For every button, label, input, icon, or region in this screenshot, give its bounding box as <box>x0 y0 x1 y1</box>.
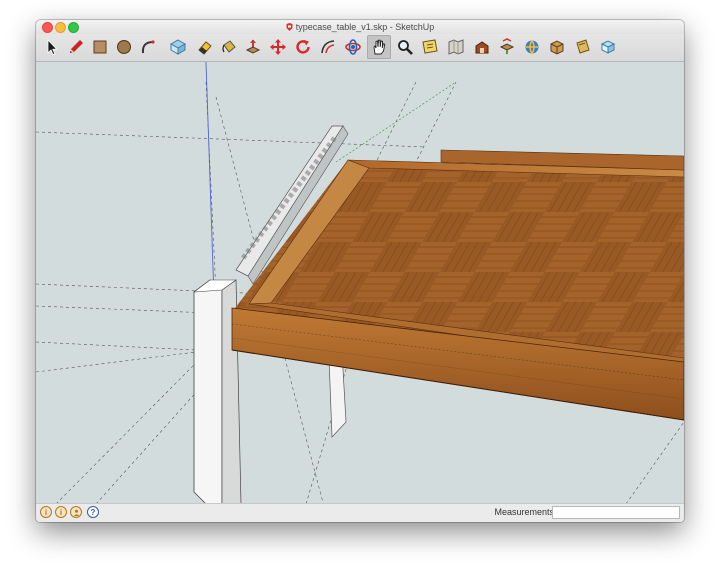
status-bar: i i ? Measurements <box>36 503 684 522</box>
green-axis-line <box>335 81 457 163</box>
pencil-icon <box>70 40 83 53</box>
send-to-layout-tool-button[interactable] <box>596 35 620 59</box>
send-to-layout-icon <box>600 40 616 54</box>
hand-pan-icon <box>373 39 386 55</box>
main-toolbar <box>36 34 684 62</box>
pan-tool-button[interactable] <box>367 35 391 59</box>
help-icon[interactable]: ? <box>87 506 99 518</box>
3d-model-scene <box>36 62 684 504</box>
zoom-extents-icon <box>422 39 438 54</box>
share-component-icon <box>499 38 515 54</box>
help-glyph: ? <box>90 507 96 517</box>
offset-icon <box>321 40 335 54</box>
rectangle-icon <box>93 40 107 54</box>
extension-warehouse-tool-button[interactable] <box>545 35 569 59</box>
magnifier-icon <box>398 40 413 55</box>
rectangle-tool-button[interactable] <box>88 35 112 59</box>
title-bar: typecase_table_v1.skp - SketchUp <box>36 20 684 34</box>
user-icon[interactable] <box>70 506 82 518</box>
eraser-tool-button[interactable] <box>193 35 217 59</box>
location-map-icon <box>448 39 464 55</box>
move-tool-button[interactable] <box>266 35 290 59</box>
circle-icon <box>117 40 131 54</box>
push-pull-icon <box>245 39 261 54</box>
orbit-icon <box>345 39 361 55</box>
credits-icon[interactable]: i <box>55 506 67 518</box>
measurements-input[interactable] <box>552 506 680 519</box>
line-tool-button[interactable] <box>64 35 88 59</box>
credits-glyph: i <box>59 507 63 517</box>
move-arrows-icon <box>270 39 286 55</box>
3d-warehouse-tool-button[interactable] <box>470 35 494 59</box>
user-silhouette-icon <box>73 509 79 516</box>
extension-box-icon <box>550 40 564 55</box>
offset-tool-button[interactable] <box>316 35 340 59</box>
orbit-tool-button[interactable] <box>341 35 365 59</box>
eraser-icon <box>198 41 212 55</box>
rotate-tool-button[interactable] <box>291 35 315 59</box>
skp-document-icon <box>286 23 293 31</box>
component-icon <box>169 39 187 55</box>
rotate-icon <box>296 40 310 54</box>
zoom-extents-tool-button[interactable] <box>418 35 442 59</box>
layout-icon <box>576 39 590 54</box>
circle-tool-button[interactable] <box>112 35 136 59</box>
measurements-label: Measurements <box>494 507 554 517</box>
arc-tool-button[interactable] <box>136 35 160 59</box>
paint-bucket-icon <box>222 40 236 53</box>
share-component-tool-button[interactable] <box>495 35 519 59</box>
arc-icon <box>141 40 155 54</box>
geo-location-icon[interactable]: i <box>40 506 52 518</box>
warehouse-icon <box>475 41 489 54</box>
make-component-tool-button[interactable] <box>166 35 190 59</box>
select-tool-button[interactable] <box>40 35 64 59</box>
model-viewport[interactable] <box>36 62 684 504</box>
geo-location-glyph: i <box>44 507 48 517</box>
paint-bucket-tool-button[interactable] <box>217 35 241 59</box>
window-title: typecase_table_v1.skp - SketchUp <box>295 22 435 32</box>
window-title-container: typecase_table_v1.skp - SketchUp <box>36 21 684 33</box>
layout-tool-button[interactable] <box>571 35 595 59</box>
get-models-tool-button[interactable] <box>520 35 544 59</box>
push-pull-tool-button[interactable] <box>241 35 265 59</box>
get-models-icon <box>525 40 539 55</box>
add-location-tool-button[interactable] <box>444 35 468 59</box>
zoom-tool-button[interactable] <box>393 35 417 59</box>
sketchup-window: typecase_table_v1.skp - SketchUp i i ? M… <box>36 20 684 522</box>
arrow-cursor-icon <box>47 38 58 56</box>
